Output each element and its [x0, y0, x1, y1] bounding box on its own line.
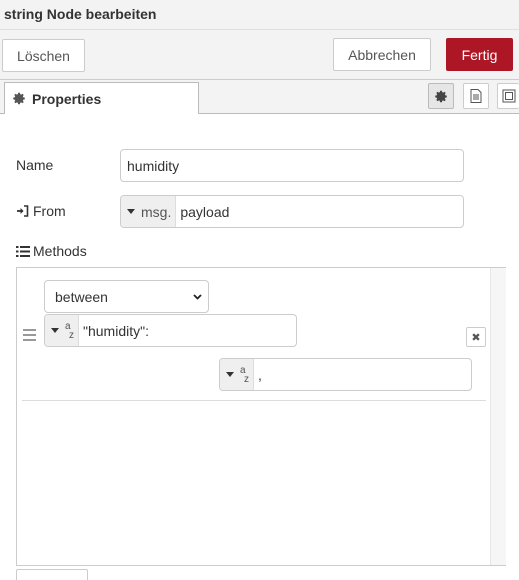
tab-properties[interactable]: Properties [4, 82, 199, 114]
gear-icon [13, 92, 26, 105]
delete-button[interactable]: Löschen [2, 39, 85, 72]
tab-properties-label: Properties [32, 90, 102, 107]
tab-settings[interactable] [428, 83, 454, 109]
from-label-text: From [33, 203, 66, 219]
from-type-label: msg. [141, 203, 172, 220]
from-label: From [16, 203, 66, 219]
cancel-button[interactable]: Abbrechen [333, 38, 431, 71]
caret-down-icon [51, 328, 59, 333]
method-param-1-input[interactable]: az "humidity": [44, 314, 297, 347]
method-select-value: between [55, 288, 108, 305]
name-field[interactable]: humidity [120, 149, 464, 182]
list-icon [16, 245, 30, 257]
tab-description[interactable] [463, 83, 489, 109]
caret-down-icon [127, 209, 135, 214]
tab-appearance[interactable] [497, 83, 519, 109]
method-row-divider [22, 400, 486, 401]
caret-down-icon [226, 372, 234, 377]
string-type-icon: az [65, 321, 74, 341]
from-type-selector[interactable]: msg. [121, 196, 177, 227]
remove-method-button[interactable]: ✖ [466, 327, 486, 347]
from-typed-input[interactable]: msg. payload [120, 195, 464, 228]
param-1-value[interactable]: "humidity": [79, 315, 149, 346]
name-label: Name [16, 157, 54, 173]
dialog-button-bar: Löschen Abbrechen Fertig [0, 30, 519, 80]
methods-label: Methods [16, 243, 87, 259]
chevron-down-icon [193, 293, 202, 300]
done-button[interactable]: Fertig [446, 38, 513, 71]
from-value[interactable]: payload [176, 196, 229, 227]
string-type-icon: az [240, 365, 249, 385]
drag-handle-icon[interactable] [23, 329, 36, 341]
methods-label-text: Methods [33, 243, 87, 259]
param-2-type-selector[interactable]: az [220, 359, 254, 390]
dialog-titlebar: string Node bearbeiten [0, 0, 519, 30]
appearance-icon [502, 89, 516, 103]
param-2-value[interactable]: , [254, 359, 262, 390]
gear-icon [434, 90, 448, 103]
add-method-button[interactable] [16, 569, 88, 580]
description-icon [470, 89, 482, 103]
method-param-2-input[interactable]: az , [219, 358, 472, 391]
sign-in-icon [16, 205, 29, 217]
dialog-title: string Node bearbeiten [4, 6, 157, 22]
methods-scrollbar[interactable] [490, 268, 506, 565]
param-1-type-selector[interactable]: az [45, 315, 79, 346]
tab-bar: Properties [0, 80, 519, 114]
method-select[interactable]: between [44, 280, 209, 313]
close-icon: ✖ [471, 331, 481, 344]
